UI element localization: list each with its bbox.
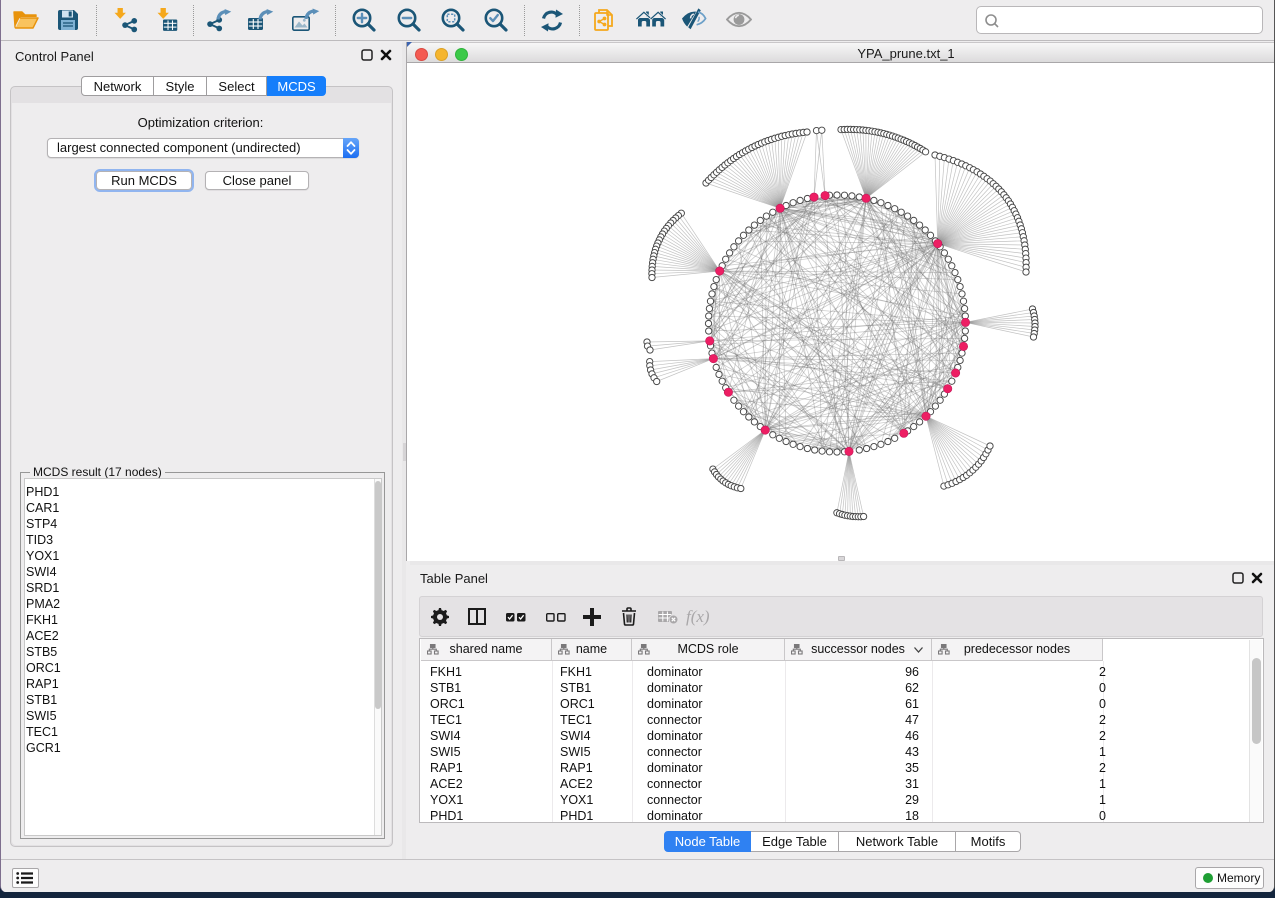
svg-text:f(x): f(x) — [686, 607, 710, 626]
